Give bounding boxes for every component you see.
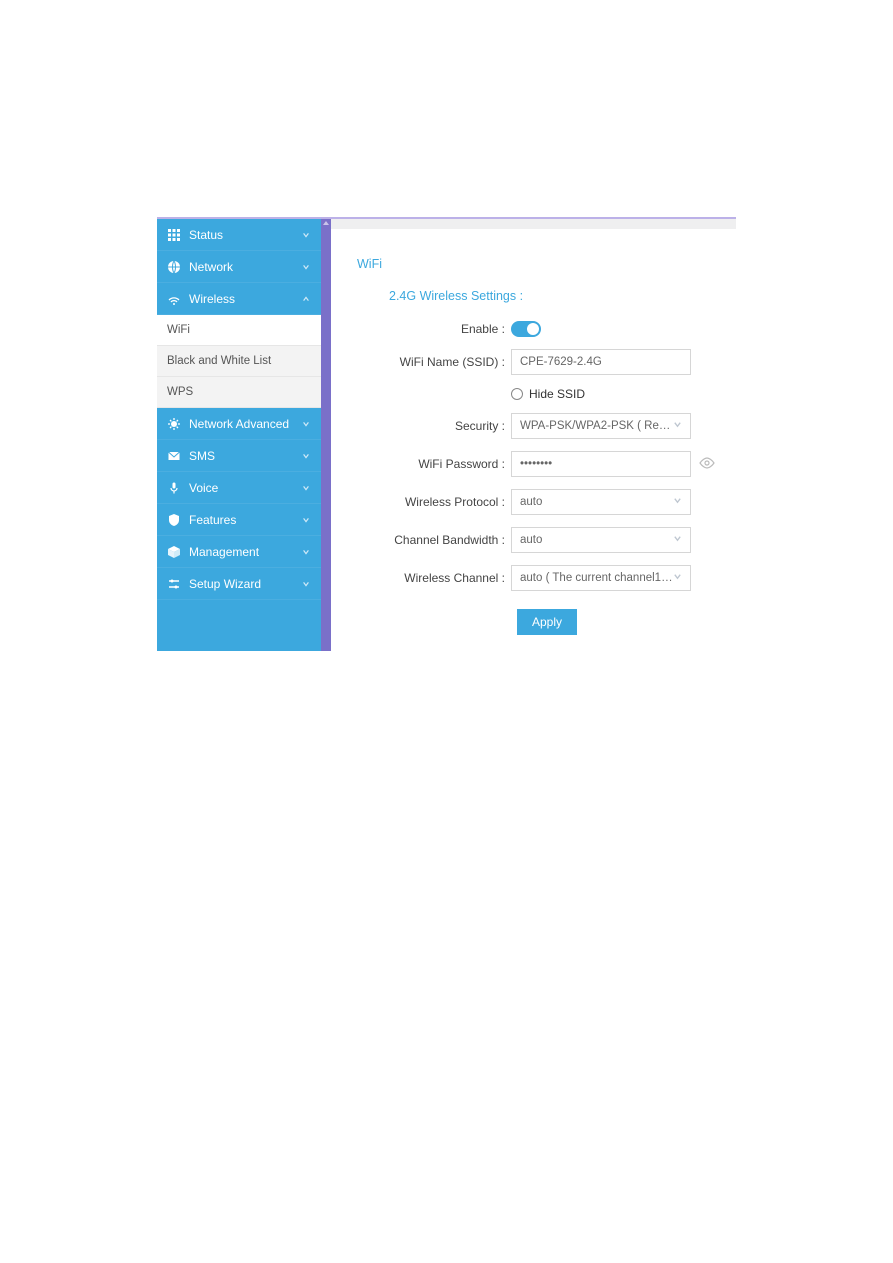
scrollbar[interactable] (321, 219, 331, 651)
chevron-down-icon (301, 547, 311, 557)
shield-icon (167, 513, 181, 527)
sidebar-item-wireless[interactable]: Wireless (157, 283, 321, 315)
bandwidth-value: auto (520, 534, 673, 546)
channel-label: Wireless Channel : (331, 571, 511, 585)
chevron-down-icon (673, 572, 682, 584)
chevron-down-icon (301, 451, 311, 461)
sidebar-item-voice[interactable]: Voice (157, 472, 321, 504)
grid-icon (167, 228, 181, 242)
section-title: 2.4G Wireless Settings : (389, 289, 736, 303)
chevron-down-icon (301, 515, 311, 525)
apply-button[interactable]: Apply (517, 609, 577, 635)
chevron-down-icon (301, 262, 311, 272)
chevron-down-icon (301, 230, 311, 240)
sidebar-subitem-wps[interactable]: WPS (157, 377, 321, 408)
enable-toggle[interactable] (511, 321, 541, 337)
sidebar-item-label: Voice (189, 481, 301, 495)
wifi-icon (167, 292, 181, 306)
sliders-icon (167, 577, 181, 591)
sidebar-item-label: Features (189, 513, 301, 527)
chevron-down-icon (301, 419, 311, 429)
sidebar-item-label: Setup Wizard (189, 577, 301, 591)
sidebar: Status Network Wireless WiFi Black and W… (157, 219, 321, 651)
sidebar-item-sms[interactable]: SMS (157, 440, 321, 472)
globe-icon (167, 260, 181, 274)
security-select[interactable]: WPA-PSK/WPA2-PSK ( Recommend (511, 413, 691, 439)
security-label: Security : (331, 419, 511, 433)
sidebar-item-label: Network (189, 260, 301, 274)
eye-icon[interactable] (699, 457, 715, 472)
gear-icon (167, 417, 181, 431)
sidebar-item-label: Network Advanced (189, 417, 301, 431)
chevron-down-icon (673, 420, 682, 432)
bandwidth-label: Channel Bandwidth : (331, 533, 511, 547)
hide-ssid-label: Hide SSID (529, 387, 585, 401)
sidebar-subitem-blackwhite[interactable]: Black and White List (157, 346, 321, 377)
password-label: WiFi Password : (331, 457, 511, 471)
channel-select[interactable]: auto ( The current channel12 ) (511, 565, 691, 591)
hide-ssid-radio[interactable] (511, 388, 523, 400)
page-title: WiFi (357, 257, 736, 271)
protocol-select[interactable]: auto (511, 489, 691, 515)
sidebar-item-label: Status (189, 228, 301, 242)
sidebar-item-network[interactable]: Network (157, 251, 321, 283)
bandwidth-select[interactable]: auto (511, 527, 691, 553)
content-panel: WiFi 2.4G Wireless Settings : Enable : W… (331, 219, 736, 651)
sidebar-item-management[interactable]: Management (157, 536, 321, 568)
enable-label: Enable : (331, 322, 511, 336)
sidebar-item-label: SMS (189, 449, 301, 463)
mail-icon (167, 449, 181, 463)
sidebar-item-label: Management (189, 545, 301, 559)
chevron-down-icon (673, 496, 682, 508)
chevron-down-icon (673, 534, 682, 546)
cube-icon (167, 545, 181, 559)
content-header-strip (331, 219, 736, 229)
sidebar-subitem-wifi[interactable]: WiFi (157, 315, 321, 346)
scroll-up-icon (323, 221, 329, 225)
protocol-value: auto (520, 496, 673, 508)
wireless-submenu: WiFi Black and White List WPS (157, 315, 321, 408)
sidebar-item-status[interactable]: Status (157, 219, 321, 251)
ssid-label: WiFi Name (SSID) : (331, 355, 511, 369)
sidebar-item-network-advanced[interactable]: Network Advanced (157, 408, 321, 440)
security-value: WPA-PSK/WPA2-PSK ( Recommend (520, 420, 673, 432)
password-input[interactable] (511, 451, 691, 477)
channel-value: auto ( The current channel12 ) (520, 572, 673, 584)
mic-icon (167, 481, 181, 495)
sidebar-item-features[interactable]: Features (157, 504, 321, 536)
ssid-input[interactable] (511, 349, 691, 375)
chevron-down-icon (301, 579, 311, 589)
app-window: Status Network Wireless WiFi Black and W… (157, 217, 736, 651)
chevron-down-icon (301, 483, 311, 493)
sidebar-item-setup-wizard[interactable]: Setup Wizard (157, 568, 321, 600)
protocol-label: Wireless Protocol : (331, 495, 511, 509)
sidebar-item-label: Wireless (189, 292, 301, 306)
chevron-up-icon (301, 294, 311, 304)
